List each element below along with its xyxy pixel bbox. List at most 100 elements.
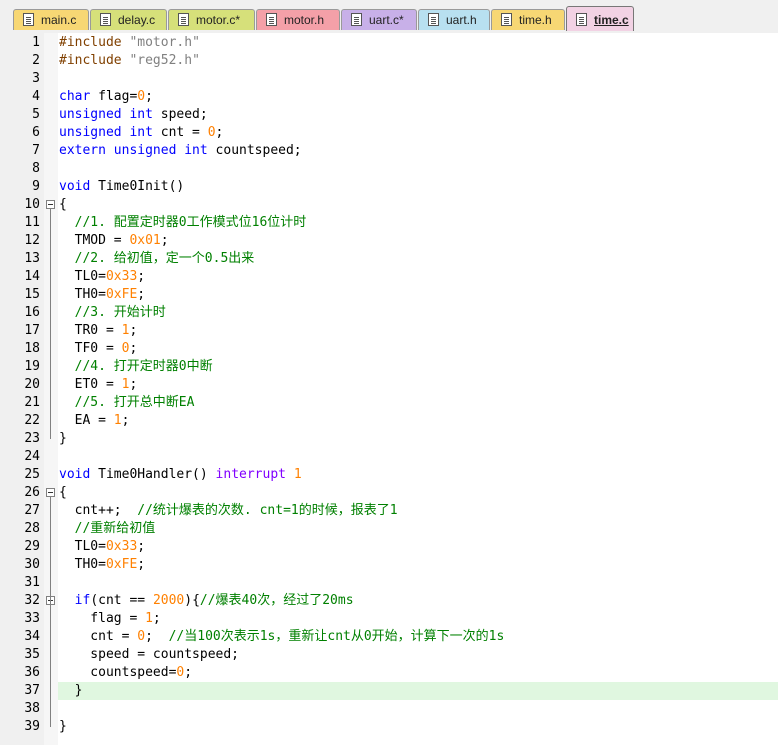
- code-text: TH0=0xFE;: [59, 286, 145, 304]
- code-text: ET0 = 1;: [59, 376, 138, 394]
- code-token: 0: [137, 629, 146, 644]
- code-line[interactable]: 2 #include "reg52.h": [0, 52, 778, 70]
- code-line[interactable]: 31: [0, 574, 778, 592]
- code-text: TL0=0x33;: [59, 268, 145, 286]
- tab-main-c[interactable]: main.c: [13, 9, 89, 30]
- code-text: TMOD = 0x01;: [59, 232, 169, 250]
- code-line[interactable]: 21 //5. 打开总中断EA: [0, 394, 778, 412]
- code-token: Time0Handler(): [90, 467, 216, 482]
- code-text: {: [59, 196, 67, 214]
- code-line[interactable]: 25 void Time0Handler() interrupt 1: [0, 466, 778, 484]
- code-line[interactable]: 19 //4. 打开定时器0中断: [0, 358, 778, 376]
- code-token: TL0=: [59, 269, 106, 284]
- code-text: //5. 打开总中断EA: [59, 394, 195, 412]
- code-token: 0x01: [129, 233, 161, 248]
- code-token: ;: [152, 611, 161, 626]
- code-line[interactable]: 33 flag = 1;: [0, 610, 778, 628]
- code-line[interactable]: 39}: [0, 718, 778, 736]
- code-line[interactable]: 18 TF0 = 0;: [0, 340, 778, 358]
- code-token: speed = countspeed;: [59, 647, 240, 662]
- code-token: "reg52.h": [129, 53, 200, 68]
- tab-uart-h[interactable]: uart.h: [418, 9, 490, 30]
- code-line[interactable]: 22 EA = 1;: [0, 412, 778, 430]
- tab-time-c[interactable]: time.c: [566, 6, 634, 31]
- code-text: //4. 打开定时器0中断: [59, 358, 213, 376]
- code-line[interactable]: 10 {: [0, 196, 778, 214]
- tab-motor-h[interactable]: motor.h: [256, 9, 340, 30]
- code-line[interactable]: 7 extern unsigned int countspeed;: [0, 142, 778, 160]
- tab-motor-c[interactable]: motor.c*: [168, 9, 255, 30]
- code-token: //重新给初值: [74, 521, 156, 536]
- code-line[interactable]: 5 unsigned int speed;: [0, 106, 778, 124]
- code-line[interactable]: 3: [0, 70, 778, 88]
- code-line[interactable]: 9 void Time0Init(): [0, 178, 778, 196]
- code-text: EA = 1;: [59, 412, 130, 430]
- code-line[interactable]: 11 //1. 配置定时器0工作模式位16位计时: [0, 214, 778, 232]
- code-line[interactable]: 38: [0, 700, 778, 718]
- code-token: unsigned int: [59, 125, 153, 140]
- line-number: 34: [24, 629, 40, 644]
- code-line[interactable]: 37 }: [0, 682, 778, 700]
- code-line[interactable]: 27 cnt++; //统计爆表的次数. cnt=1的时候，报表了1: [0, 502, 778, 520]
- code-line[interactable]: 13 //2. 给初值，定一个0.5出来: [0, 250, 778, 268]
- code-line[interactable]: 36 countspeed=0;: [0, 664, 778, 682]
- code-line[interactable]: 26 {: [0, 484, 778, 502]
- code-line[interactable]: 4 char flag=0;: [0, 88, 778, 106]
- code-token: EA =: [59, 413, 114, 428]
- line-number: 13: [24, 251, 40, 266]
- code-token: Time0Init(): [90, 179, 185, 194]
- code-text: cnt = 0; //当100次表示1s，重新让cnt从0开始，计算下一次的1s: [59, 628, 504, 646]
- code-line[interactable]: 30 TH0=0xFE;: [0, 556, 778, 574]
- fold-toggle-icon[interactable]: [46, 488, 55, 497]
- fold-toggle-icon[interactable]: [46, 200, 55, 209]
- code-line[interactable]: 28 //重新给初值: [0, 520, 778, 538]
- code-line[interactable]: 35 speed = countspeed;: [0, 646, 778, 664]
- line-number: 31: [24, 575, 40, 590]
- code-line[interactable]: 24: [0, 448, 778, 466]
- code-text: //2. 给初值，定一个0.5出来: [59, 250, 255, 268]
- line-number: 39: [24, 719, 40, 734]
- line-number: 24: [24, 449, 40, 464]
- code-text: //重新给初值: [59, 520, 156, 538]
- code-text: char flag=0;: [59, 88, 153, 106]
- line-number: 18: [24, 341, 40, 356]
- code-token: ;: [121, 413, 130, 428]
- tab-uart-c[interactable]: uart.c*: [341, 9, 417, 30]
- code-line[interactable]: 14 TL0=0x33;: [0, 268, 778, 286]
- code-line[interactable]: 17 TR0 = 1;: [0, 322, 778, 340]
- line-number: 21: [24, 395, 40, 410]
- code-line[interactable]: 34 cnt = 0; //当100次表示1s，重新让cnt从0开始，计算下一次…: [0, 628, 778, 646]
- tab-delay-c[interactable]: delay.c: [90, 9, 167, 30]
- code-token: ;: [137, 539, 146, 554]
- code-token: 0x33: [105, 539, 138, 554]
- code-line[interactable]: 20 ET0 = 1;: [0, 376, 778, 394]
- code-token: unsigned int: [59, 107, 153, 122]
- tab-label: time.h: [519, 13, 552, 27]
- code-line[interactable]: 16 //3. 开始计时: [0, 304, 778, 322]
- code-line[interactable]: 32 if(cnt == 2000){//爆表40次，经过了20ms: [0, 592, 778, 610]
- code-editor[interactable]: 1 #include "motor.h" 2 #include "reg52.h" 3 4…: [0, 33, 778, 745]
- code-line[interactable]: 1 #include "motor.h": [0, 34, 778, 52]
- code-token: 1: [113, 413, 122, 428]
- line-number: 26: [24, 485, 40, 500]
- line-number: 28: [24, 521, 40, 536]
- code-token: countspeed;: [207, 143, 302, 158]
- code-token: //2. 给初值，定一个0.5出来: [74, 251, 255, 266]
- tab-label: motor.c*: [196, 13, 241, 27]
- code-token: extern unsigned int: [59, 143, 208, 158]
- line-number: 17: [24, 323, 40, 338]
- code-line[interactable]: 15 TH0=0xFE;: [0, 286, 778, 304]
- code-line[interactable]: 29 TL0=0x33;: [0, 538, 778, 556]
- line-number: 20: [24, 377, 40, 392]
- code-line[interactable]: 6 unsigned int cnt = 0;: [0, 124, 778, 142]
- code-token: ;: [137, 287, 146, 302]
- code-line[interactable]: 8: [0, 160, 778, 178]
- tab-label: motor.h: [284, 13, 325, 27]
- code-token: #include: [59, 35, 130, 50]
- tab-time-h[interactable]: time.h: [491, 9, 565, 30]
- code-line[interactable]: 12 TMOD = 0x01;: [0, 232, 778, 250]
- line-number: 2: [32, 53, 40, 68]
- code-line[interactable]: 23}: [0, 430, 778, 448]
- code-token: char: [59, 89, 91, 104]
- code-token: {: [59, 197, 67, 212]
